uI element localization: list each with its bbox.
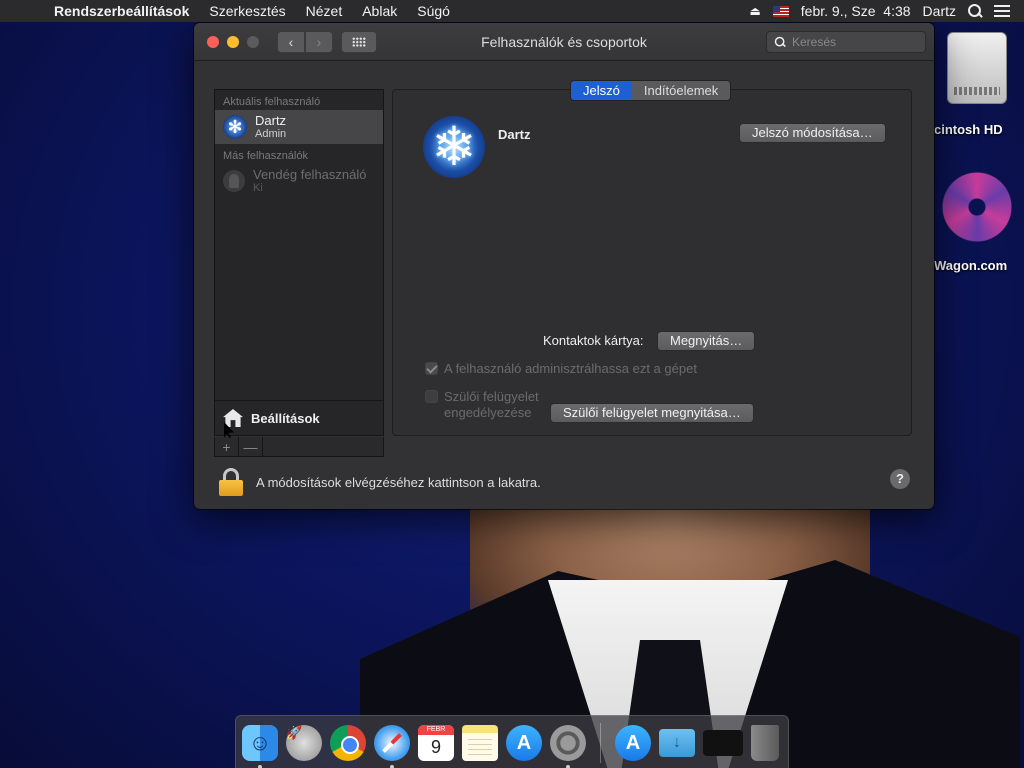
user-role: Ki (253, 182, 263, 194)
help-button[interactable]: ? (890, 469, 910, 489)
finder-icon[interactable] (242, 725, 278, 768)
zoom-button[interactable] (247, 35, 259, 48)
menu-clock[interactable]: febr. 9., Sze 4:38 (801, 3, 911, 19)
navigation-buttons: ‹ › (277, 30, 333, 53)
search-icon (774, 36, 786, 48)
menu-bar-extras: ⏏ febr. 9., Sze 4:38 Dartz (749, 3, 1024, 19)
lock-bar: A módosítások elvégzéséhez kattintson a … (194, 455, 934, 509)
tab-bar: Jelszó Indítóelemek (570, 80, 732, 101)
forward-button[interactable]: › (305, 30, 333, 53)
menu-bar: Rendszerbeállítások Szerkesztés Nézet Ab… (0, 0, 1024, 22)
users-sidebar: Aktuális felhasználó Dartz Admin Más fel… (214, 89, 384, 436)
other-users-header: Más felhasználók (223, 150, 308, 162)
chevron-right-icon: › (316, 33, 322, 50)
input-source-flag-icon[interactable] (772, 5, 789, 17)
add-user-button[interactable]: + (215, 437, 239, 456)
show-all-button[interactable] (341, 30, 377, 53)
user-avatar[interactable]: ❄ (423, 116, 485, 178)
open-parental-controls-button[interactable]: Szülői felügyelet megnyitása… (550, 403, 754, 423)
close-button[interactable] (207, 35, 219, 48)
user-role: Admin (255, 128, 287, 140)
menu-user[interactable]: Dartz (923, 3, 956, 19)
app-store-icon[interactable] (506, 725, 542, 761)
trash-icon[interactable] (751, 725, 779, 761)
search-input[interactable] (792, 35, 912, 49)
window-controls (194, 35, 259, 48)
users-groups-window: ‹ › Felhasználók és csoportok Aktuális f… (194, 23, 934, 509)
snowflake-avatar-icon (223, 115, 247, 139)
desktop-icon-label: cintosh HD (934, 122, 1003, 137)
system-preferences-icon[interactable] (550, 725, 586, 768)
contacts-card-label: Kontaktok kártya: (543, 333, 644, 348)
calendar-month: FEBR (418, 725, 454, 735)
lock-message: A módosítások elvégzéséhez kattintson a … (256, 474, 541, 490)
admin-checkbox[interactable] (425, 362, 438, 375)
back-button[interactable]: ‹ (277, 30, 305, 53)
spotlight-icon[interactable] (968, 4, 982, 18)
desktop-icon-hard-drive[interactable]: cintosh HD (930, 32, 1024, 137)
screenshot-icon[interactable] (703, 730, 743, 756)
admin-checkbox-label: A felhasználó adminisztrálhassa ezt a gé… (444, 361, 697, 376)
login-options-row[interactable]: Beállítások (215, 400, 383, 435)
open-contacts-button[interactable]: Megnyitás… (657, 331, 756, 351)
chevron-left-icon: ‹ (288, 33, 294, 50)
grid-icon (352, 36, 366, 47)
menu-window[interactable]: Ablak (352, 3, 407, 19)
chrome-icon[interactable] (330, 725, 366, 761)
user-name: Vendég felhasználó (253, 167, 367, 182)
user-name: Dartz (255, 113, 287, 128)
login-options-label: Beállítások (251, 410, 320, 426)
user-detail-panel: ❄ Dartz Jelszó módosítása… Kontaktok kár… (392, 89, 912, 436)
calendar-day: 9 (430, 737, 441, 757)
notification-center-icon[interactable] (994, 5, 1010, 17)
tab-password[interactable]: Jelszó (571, 81, 632, 100)
current-user-header: Aktuális felhasználó (223, 96, 321, 108)
panel-username: Dartz (498, 127, 531, 142)
title-bar: ‹ › Felhasználók és csoportok (194, 23, 934, 61)
safari-icon[interactable] (374, 725, 410, 768)
lock-icon[interactable] (218, 468, 244, 496)
app-store-downloads-icon[interactable] (615, 725, 651, 761)
menu-edit[interactable]: Szerkesztés (199, 3, 295, 19)
add-remove-bar: + — (214, 437, 384, 457)
user-row-dartz[interactable]: Dartz Admin (215, 110, 383, 144)
search-field[interactable] (766, 31, 926, 53)
parental-checkbox-row: Szülői felügyelet engedélyezése (425, 389, 539, 421)
snowflake-icon: ❄ (431, 117, 477, 177)
downloads-folder-icon[interactable] (659, 729, 695, 757)
notes-icon[interactable] (462, 725, 498, 761)
guest-user-icon (223, 170, 245, 192)
menu-app-name[interactable]: Rendszerbeállítások (40, 3, 199, 19)
desktop-icon-wagon[interactable]: Wagon.com (930, 172, 1024, 273)
dock: FEBR 9 (235, 715, 789, 768)
star-logo-icon (942, 172, 1012, 242)
change-password-button[interactable]: Jelszó módosítása… (739, 123, 886, 143)
menu-view[interactable]: Nézet (296, 3, 353, 19)
admin-checkbox-row: A felhasználó adminisztrálhassa ezt a gé… (425, 361, 697, 376)
tab-login-items[interactable]: Indítóelemek (631, 81, 731, 100)
launchpad-icon[interactable] (286, 725, 322, 761)
remove-user-button[interactable]: — (239, 437, 263, 456)
menu-help[interactable]: Súgó (407, 3, 460, 19)
calendar-icon[interactable]: FEBR 9 (418, 725, 454, 761)
parental-checkbox-label-line1: Szülői felügyelet (444, 389, 539, 404)
user-row-guest[interactable]: Vendég felhasználó Ki (215, 164, 383, 198)
desktop-icon-label: Wagon.com (934, 258, 1008, 273)
eject-icon[interactable]: ⏏ (749, 4, 760, 18)
dock-separator (600, 723, 601, 763)
minimize-button[interactable] (227, 35, 239, 48)
parental-controls-checkbox[interactable] (425, 390, 438, 403)
parental-checkbox-label-line2: engedélyezése (444, 405, 532, 420)
hard-drive-icon (947, 32, 1007, 104)
